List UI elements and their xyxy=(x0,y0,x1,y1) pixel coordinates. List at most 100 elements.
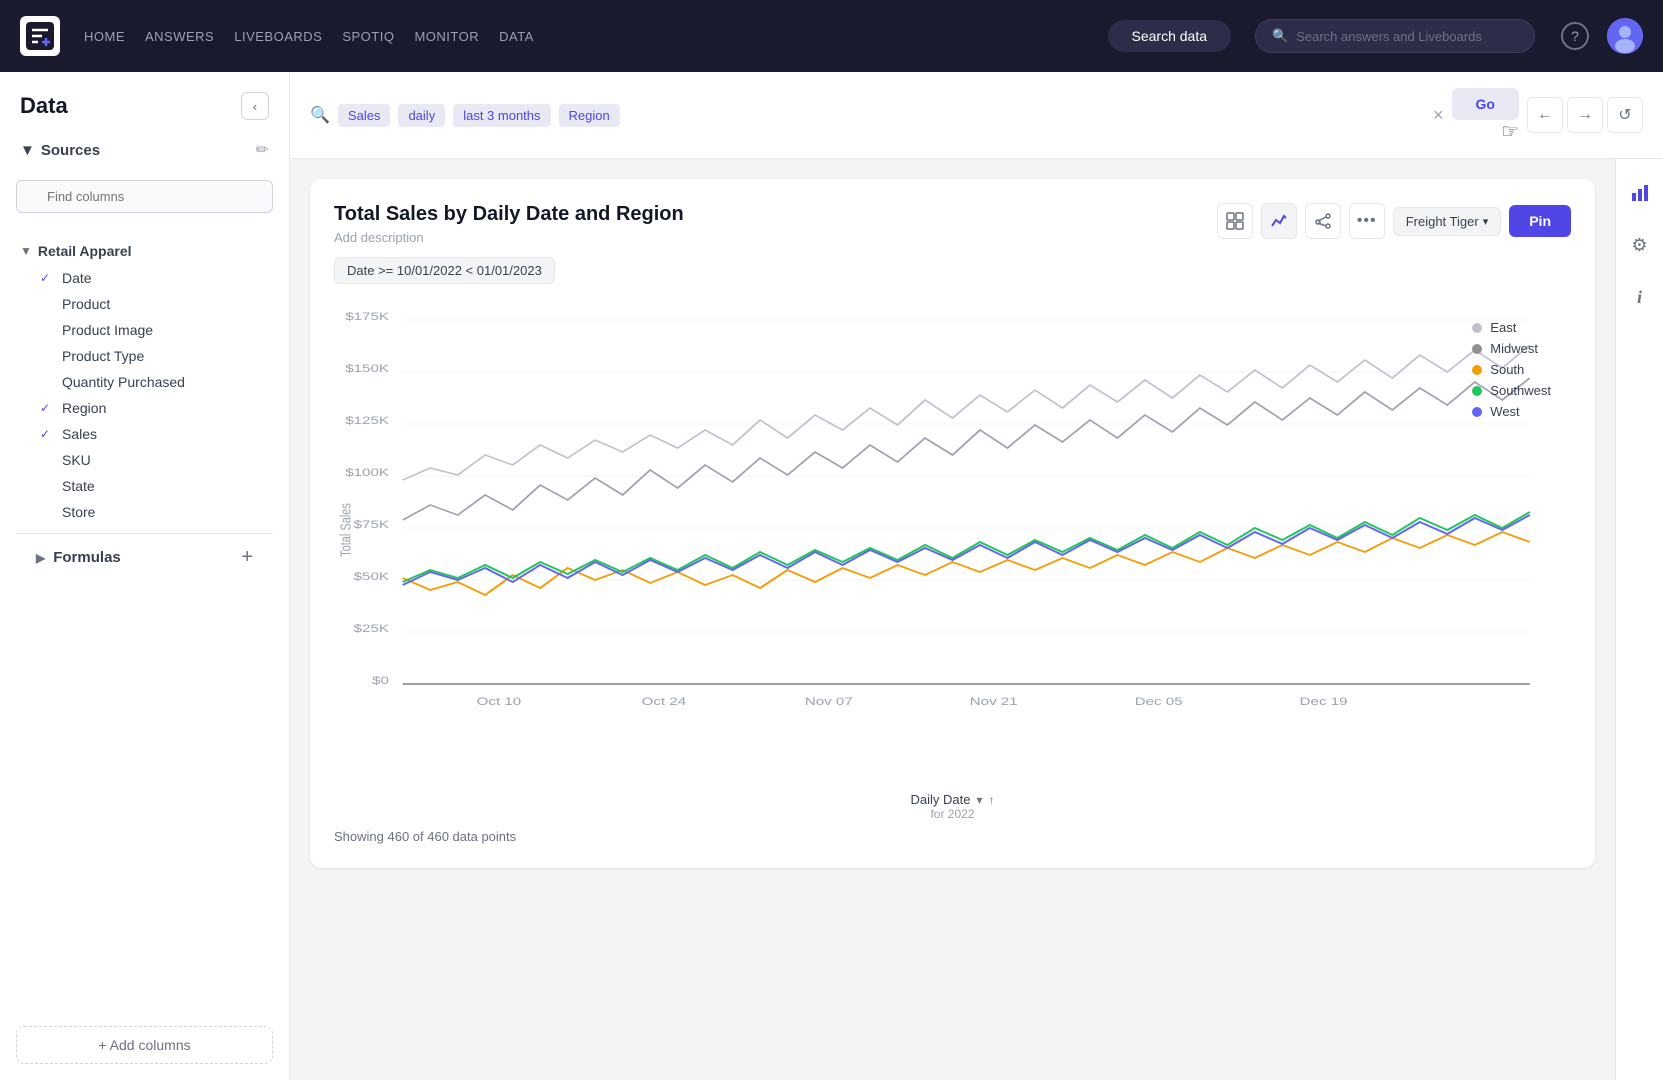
settings-button[interactable]: ⚙ xyxy=(1622,227,1658,263)
sources-label[interactable]: ▼ Sources xyxy=(20,142,100,159)
search-tag-region[interactable]: Region xyxy=(559,104,620,127)
logo[interactable] xyxy=(20,16,60,56)
search-tag-daily[interactable]: daily xyxy=(398,104,445,127)
legend-dot-west xyxy=(1472,407,1482,417)
column-item-store[interactable]: Store xyxy=(36,499,273,525)
retail-apparel-header[interactable]: ▼ Retail Apparel xyxy=(16,237,273,265)
search-navigation-buttons: ← → ↺ xyxy=(1527,97,1643,133)
column-item-product[interactable]: Product xyxy=(36,291,273,317)
column-item-state[interactable]: State xyxy=(36,473,273,499)
search-icon: 🔍 xyxy=(1272,28,1288,44)
svg-text:$25K: $25K xyxy=(354,622,390,634)
search-tag-last3months[interactable]: last 3 months xyxy=(453,104,550,127)
sources-header: ▼ Sources ✏ xyxy=(16,132,273,168)
search-bar-icon: 🔍 xyxy=(310,105,330,125)
back-icon: ← xyxy=(1537,106,1553,124)
chart-type-button[interactable] xyxy=(1622,175,1658,211)
southwest-line xyxy=(403,512,1530,582)
legend-dot-midwest xyxy=(1472,344,1482,354)
cursor-hand-icon: ☞ xyxy=(1501,122,1519,142)
find-columns-input[interactable] xyxy=(16,180,273,213)
formulas-label: ▶ Formulas xyxy=(36,549,121,566)
chart-legend: East Midwest South xyxy=(1472,320,1551,419)
column-item-region[interactable]: ✓ Region xyxy=(36,395,273,421)
go-button[interactable]: Go xyxy=(1452,88,1519,120)
nav-data[interactable]: DATA xyxy=(499,29,534,44)
search-back-button[interactable]: ← xyxy=(1527,97,1563,133)
nav-liveboards[interactable]: LIVEBOARDS xyxy=(234,29,322,44)
svg-text:Oct 10: Oct 10 xyxy=(477,695,522,707)
svg-text:Dec 19: Dec 19 xyxy=(1300,695,1348,707)
nav-answers[interactable]: ANSWERS xyxy=(145,29,214,44)
content-area: 🔍 Sales daily last 3 months Region × Go … xyxy=(290,72,1663,1080)
chart-title-group: Total Sales by Daily Date and Region Add… xyxy=(334,203,684,245)
legend-label-west: West xyxy=(1490,404,1519,419)
column-item-sku[interactable]: SKU xyxy=(36,447,273,473)
line-chart-view-button[interactable] xyxy=(1261,203,1297,239)
column-item-date[interactable]: ✓ Date xyxy=(36,265,273,291)
column-label-product: Product xyxy=(62,296,110,312)
date-filter-text: Date >= 10/01/2022 < 01/01/2023 xyxy=(347,263,542,278)
search-clear-button[interactable]: × xyxy=(1433,105,1444,126)
column-item-product-image[interactable]: Product Image xyxy=(36,317,273,343)
global-search[interactable]: 🔍 Search answers and Liveboards xyxy=(1255,19,1535,53)
formulas-section[interactable]: ▶ Formulas + xyxy=(16,533,273,581)
search-forward-button[interactable]: → xyxy=(1567,97,1603,133)
chart-subtitle[interactable]: Add description xyxy=(334,230,684,245)
column-item-quantity-purchased[interactable]: Quantity Purchased xyxy=(36,369,273,395)
help-button[interactable]: ? xyxy=(1559,20,1591,52)
info-button[interactable]: i xyxy=(1622,279,1658,315)
add-columns-button[interactable]: + Add columns xyxy=(16,1026,273,1064)
legend-label-south: South xyxy=(1490,362,1524,377)
column-item-product-type[interactable]: Product Type xyxy=(36,343,273,369)
column-list: ✓ Date Product Product Image Product Typ… xyxy=(16,265,273,525)
legend-dot-south xyxy=(1472,365,1482,375)
legend-east: East xyxy=(1472,320,1551,335)
search-data-button[interactable]: Search data xyxy=(1108,20,1232,52)
chart-title: Total Sales by Daily Date and Region xyxy=(334,203,684,226)
svg-text:$75K: $75K xyxy=(354,518,390,530)
nav-right: ? xyxy=(1559,18,1643,54)
liveboard-selector[interactable]: Freight Tiger ▾ xyxy=(1393,207,1502,236)
search-refresh-button[interactable]: ↺ xyxy=(1607,97,1643,133)
column-label-region: Region xyxy=(62,400,106,416)
pin-button[interactable]: Pin xyxy=(1509,205,1571,237)
sources-section: ▼ Sources ✏ 🔍 xyxy=(0,132,289,237)
sort-icon[interactable]: ▾ xyxy=(976,793,982,807)
search-placeholder: Search answers and Liveboards xyxy=(1296,29,1482,44)
nav-home[interactable]: HOME xyxy=(84,29,125,44)
line-chart-icon xyxy=(1270,212,1288,230)
nav-spotiq[interactable]: SPOTIQ xyxy=(342,29,394,44)
logo-icon xyxy=(26,22,54,50)
column-label-state: State xyxy=(62,478,95,494)
share-button[interactable] xyxy=(1305,203,1341,239)
column-item-sales[interactable]: ✓ Sales xyxy=(36,421,273,447)
search-tag-sales[interactable]: Sales xyxy=(338,104,391,127)
svg-text:$125K: $125K xyxy=(345,414,389,426)
forward-icon: → xyxy=(1577,106,1593,124)
date-filter-badge[interactable]: Date >= 10/01/2022 < 01/01/2023 xyxy=(334,257,555,284)
avatar[interactable] xyxy=(1607,18,1643,54)
chevron-down-icon: ▼ xyxy=(20,142,35,159)
bar-chart-icon xyxy=(1630,183,1650,203)
sort-asc-icon[interactable]: ↑ xyxy=(989,793,995,807)
right-panel: ⚙ i xyxy=(1615,159,1663,1080)
chart-section: Total Sales by Daily Date and Region Add… xyxy=(290,159,1615,1080)
go-button-wrapper: Go ☞ xyxy=(1452,88,1519,142)
sidebar-header: Data ‹ xyxy=(0,72,289,132)
table-icon xyxy=(1226,212,1244,230)
sources-edit-button[interactable]: ✏ xyxy=(256,140,269,160)
legend-southwest: Southwest xyxy=(1472,383,1551,398)
add-formula-button[interactable]: + xyxy=(241,546,253,569)
check-icon-sales: ✓ xyxy=(40,427,54,441)
chevron-down-icon: ▾ xyxy=(1483,215,1489,228)
sidebar-collapse-button[interactable]: ‹ xyxy=(241,92,269,120)
nav-monitor[interactable]: MONITOR xyxy=(414,29,479,44)
sidebar-title: Data xyxy=(20,93,68,119)
legend-label-southwest: Southwest xyxy=(1490,383,1551,398)
table-view-button[interactable] xyxy=(1217,203,1253,239)
column-label-store: Store xyxy=(62,504,95,520)
more-options-button[interactable]: ••• xyxy=(1349,203,1385,239)
svg-text:$175K: $175K xyxy=(345,310,389,322)
column-label-sku: SKU xyxy=(62,452,91,468)
